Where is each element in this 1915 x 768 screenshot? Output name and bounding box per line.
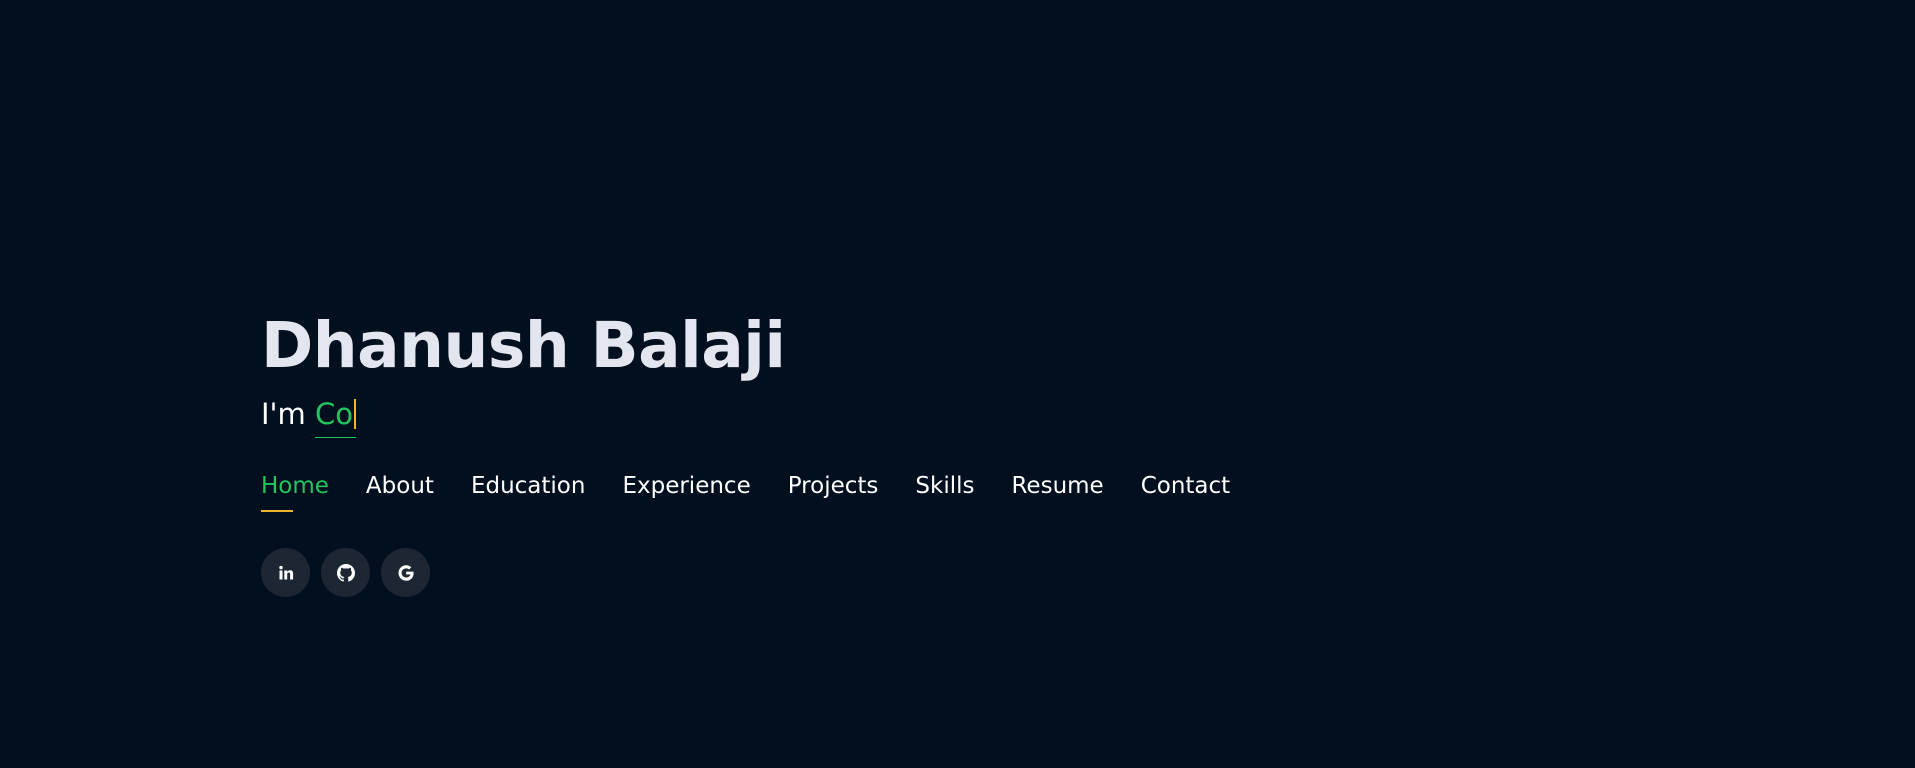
main-nav: Home About Education Experience Projects… <box>261 470 1661 512</box>
nav-skills[interactable]: Skills <box>915 470 974 512</box>
intro-prefix: I'm <box>261 397 315 431</box>
nav-resume[interactable]: Resume <box>1011 470 1103 512</box>
linkedin-icon <box>278 565 293 579</box>
nav-contact[interactable]: Contact <box>1141 470 1230 512</box>
nav-education[interactable]: Education <box>471 470 586 512</box>
github-button[interactable] <box>321 548 370 597</box>
google-icon <box>398 564 414 581</box>
google-button[interactable] <box>381 548 430 597</box>
nav-experience[interactable]: Experience <box>622 470 750 512</box>
typing-line: I'm Co <box>261 394 1661 438</box>
linkedin-button[interactable] <box>261 548 310 597</box>
github-icon <box>336 563 355 582</box>
typing-cursor <box>354 399 356 429</box>
typed-text: Co <box>315 397 353 431</box>
hero-section: Dhanush Balaji I'm Co Home About Educati… <box>261 306 1661 597</box>
nav-projects[interactable]: Projects <box>788 470 879 512</box>
nav-about[interactable]: About <box>366 470 434 512</box>
nav-home[interactable]: Home <box>261 470 329 512</box>
typed-role-text: Co <box>315 397 356 438</box>
hero-name: Dhanush Balaji <box>261 309 786 382</box>
social-links <box>261 548 1661 597</box>
